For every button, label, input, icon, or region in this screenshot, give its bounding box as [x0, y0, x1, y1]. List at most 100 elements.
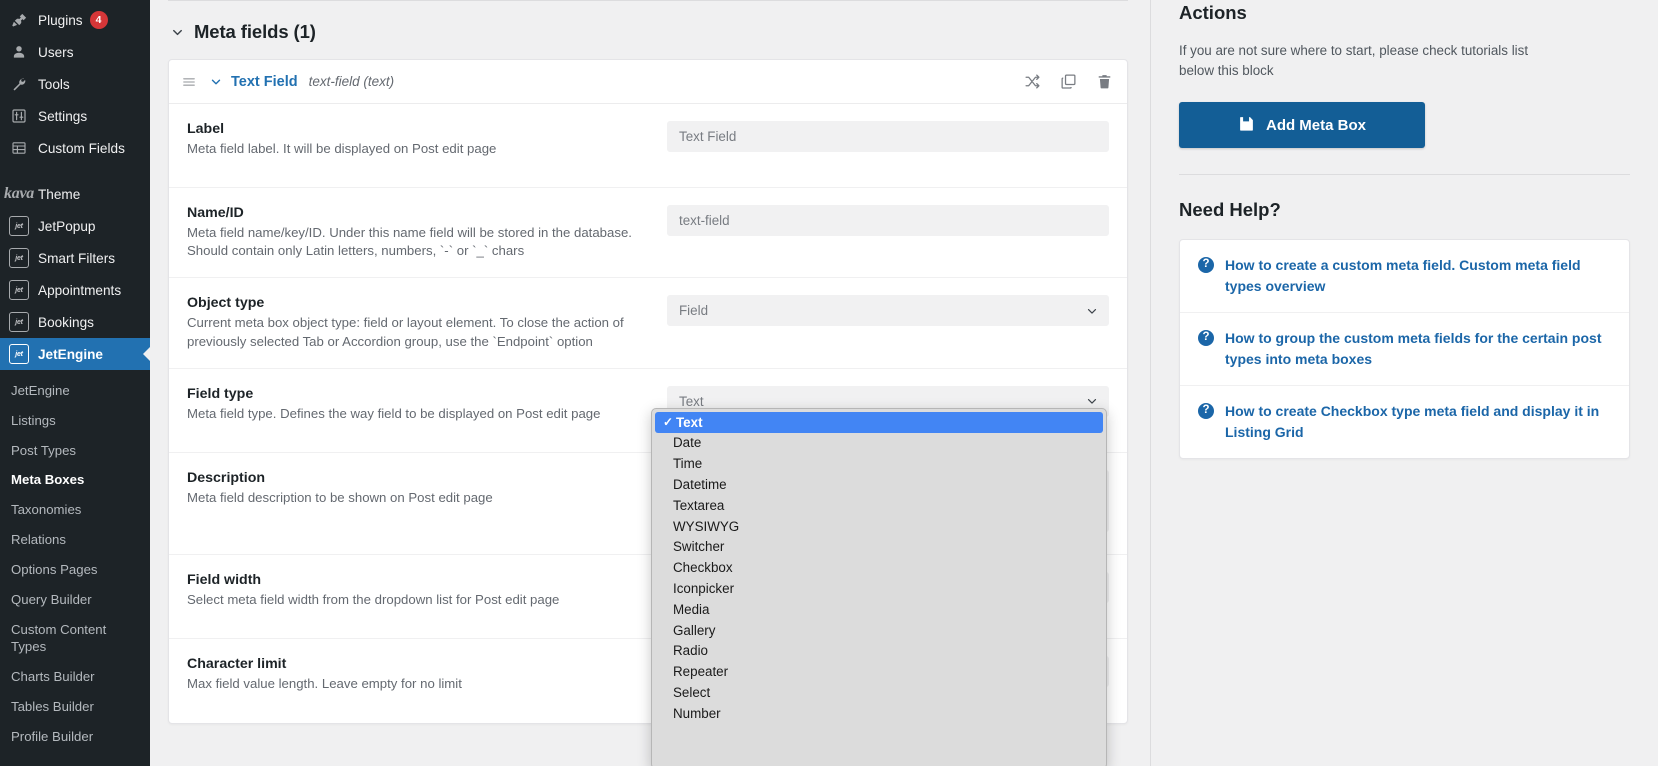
copy-icon[interactable]: [1060, 73, 1077, 90]
table-icon: [9, 138, 29, 158]
sidebar-item-jetengine[interactable]: jet JetEngine: [0, 338, 150, 370]
submenu-item-meta-boxes[interactable]: Meta Boxes: [0, 465, 150, 495]
jet-icon: jet: [9, 344, 29, 364]
add-meta-box-button[interactable]: Add Meta Box: [1179, 102, 1425, 149]
sidebar-item-appointments[interactable]: jet Appointments: [0, 274, 150, 306]
submenu-item-options-pages[interactable]: Options Pages: [0, 555, 150, 585]
chevron-down-icon[interactable]: [170, 25, 185, 40]
dropdown-option-switcher[interactable]: ✓ Switcher: [652, 537, 1106, 558]
sidebar-item-jetpopup[interactable]: jet JetPopup: [0, 210, 150, 242]
dropdown-option-wysiwyg[interactable]: ✓ WYSIWYG: [652, 516, 1106, 537]
sidebar-item-label: Appointments: [38, 282, 122, 298]
submenu-item-relations[interactable]: Relations: [0, 525, 150, 555]
field-label: Description: [187, 469, 266, 486]
kava-logo-icon: kava: [4, 185, 34, 202]
trash-icon[interactable]: [1096, 73, 1113, 90]
need-help-title: Need Help?: [1179, 199, 1281, 221]
question-icon: ?: [1198, 403, 1214, 420]
field-row-text: Object type Current meta box object type…: [187, 295, 667, 350]
dropdown-option-datetime[interactable]: ✓ Datetime: [652, 474, 1106, 495]
submenu-item-charts-builder[interactable]: Charts Builder: [0, 662, 150, 692]
submenu-item-listings[interactable]: Listings: [0, 406, 150, 436]
jetengine-submenu: JetEngine Listings Post Types Meta Boxes…: [0, 370, 150, 752]
dropdown-option-media[interactable]: ✓ Media: [652, 599, 1106, 620]
meta-fields-section-header[interactable]: Meta fields (1): [168, 1, 1128, 59]
help-links-card: ? How to create a custom meta field. Cus…: [1179, 239, 1630, 460]
check-icon-placeholder: ✓: [660, 666, 673, 678]
sidebar-item-custom-fields[interactable]: Custom Fields: [0, 132, 150, 164]
help-link-item[interactable]: ? How to create a custom meta field. Cus…: [1180, 240, 1629, 314]
jet-icon: jet: [9, 248, 29, 268]
submenu-item-tables-builder[interactable]: Tables Builder: [0, 692, 150, 722]
name-id-input[interactable]: [667, 205, 1109, 236]
submenu-item-query-builder[interactable]: Query Builder: [0, 585, 150, 615]
jet-icon: jet: [9, 312, 29, 332]
sliders-icon: [9, 106, 29, 126]
dropdown-option-date[interactable]: ✓ Date: [652, 433, 1106, 454]
field-description: Meta field label. It will be displayed o…: [187, 141, 497, 156]
sidebar-item-plugins[interactable]: Plugins 4: [0, 4, 150, 36]
sidebar-item-users[interactable]: Users: [0, 36, 150, 68]
plugins-update-badge: 4: [89, 11, 108, 29]
dropdown-option-text[interactable]: ✓ Text: [655, 412, 1103, 433]
field-label: Field width: [187, 571, 262, 588]
jet-icon: jet: [9, 216, 29, 236]
field-row-name-id: Name/ID Meta field name/key/ID. Under th…: [169, 188, 1127, 279]
field-row-text: Label Meta field label. It will be displ…: [187, 121, 667, 170]
submenu-item-taxonomies[interactable]: Taxonomies: [0, 495, 150, 525]
chevron-down-icon: [1085, 304, 1099, 318]
check-icon-placeholder: ✓: [660, 624, 673, 636]
drag-handle-icon[interactable]: [181, 74, 197, 90]
chevron-down-icon[interactable]: [209, 75, 223, 89]
wrench-icon: [9, 74, 29, 94]
plug-icon: [9, 10, 29, 30]
check-icon: ✓: [663, 415, 674, 430]
dropdown-option-textarea[interactable]: ✓ Textarea: [652, 495, 1106, 516]
sidebar-item-label: Tools: [38, 76, 70, 92]
help-link-item[interactable]: ? How to create Checkbox type meta field…: [1180, 386, 1629, 458]
check-icon-placeholder: ✓: [660, 520, 673, 532]
sidebar-item-bookings[interactable]: jet Bookings: [0, 306, 150, 338]
admin-screen: Plugins 4 Users Tools Settings Custom Fi…: [0, 0, 1658, 766]
sidebar-item-settings[interactable]: Settings: [0, 100, 150, 132]
submenu-item-profile-builder[interactable]: Profile Builder: [0, 722, 150, 752]
dropdown-option-checkbox[interactable]: ✓ Checkbox: [652, 558, 1106, 579]
dropdown-option-iconpicker[interactable]: ✓ Iconpicker: [652, 578, 1106, 599]
shuffle-icon[interactable]: [1024, 73, 1041, 90]
sidebar-item-theme[interactable]: kava Theme: [0, 178, 150, 210]
sidebar-item-label: JetPopup: [38, 218, 96, 234]
sidebar-top-menu: Plugins 4 Users Tools Settings Custom Fi…: [0, 0, 150, 370]
help-link-item[interactable]: ? How to group the custom meta fields fo…: [1180, 313, 1629, 387]
dropdown-option-gallery[interactable]: ✓ Gallery: [652, 620, 1106, 641]
meta-field-title: Text Field: [231, 73, 298, 90]
dropdown-option-repeater[interactable]: ✓ Repeater: [652, 662, 1106, 683]
check-icon-placeholder: ✓: [660, 687, 673, 699]
dropdown-option-radio[interactable]: ✓ Radio: [652, 641, 1106, 662]
sidebar-item-smart-filters[interactable]: jet Smart Filters: [0, 242, 150, 274]
field-row-object-type: Object type Current meta box object type…: [169, 278, 1127, 369]
right-panel: Actions If you are not sure where to sta…: [1150, 0, 1658, 766]
sidebar-item-label: Smart Filters: [38, 250, 116, 266]
dropdown-option-select[interactable]: ✓ Select: [652, 682, 1106, 703]
user-icon: [9, 42, 29, 62]
field-type-dropdown[interactable]: ✓ Text ✓ Date ✓ Time ✓ Datetime ✓ Textar…: [651, 408, 1107, 766]
field-description: Meta field description to be shown on Po…: [187, 489, 493, 505]
object-type-select[interactable]: Field: [667, 295, 1109, 327]
sidebar-item-label: Settings: [38, 108, 88, 124]
dropdown-option-time[interactable]: ✓ Time: [652, 454, 1106, 475]
check-icon-placeholder: ✓: [660, 708, 673, 720]
check-icon-placeholder: ✓: [660, 583, 673, 595]
submenu-item-jetengine[interactable]: JetEngine: [0, 376, 150, 406]
field-row-text: Field type Meta field type. Defines the …: [187, 386, 667, 435]
help-link-text: How to create Checkbox type meta field a…: [1225, 403, 1600, 441]
field-control: [667, 205, 1127, 260]
submenu-item-post-types[interactable]: Post Types: [0, 436, 150, 466]
dropdown-option-number[interactable]: ✓ Number: [652, 703, 1106, 724]
sidebar-item-tools[interactable]: Tools: [0, 68, 150, 100]
field-description: Meta field name/key/ID. Under this name …: [187, 225, 632, 259]
help-link-text: How to group the custom meta fields for …: [1225, 330, 1602, 368]
label-input[interactable]: [667, 121, 1109, 152]
field-label: Character limit: [187, 655, 287, 672]
field-label: Label: [187, 121, 225, 137]
submenu-item-custom-content-types[interactable]: Custom Content Types: [0, 615, 150, 663]
